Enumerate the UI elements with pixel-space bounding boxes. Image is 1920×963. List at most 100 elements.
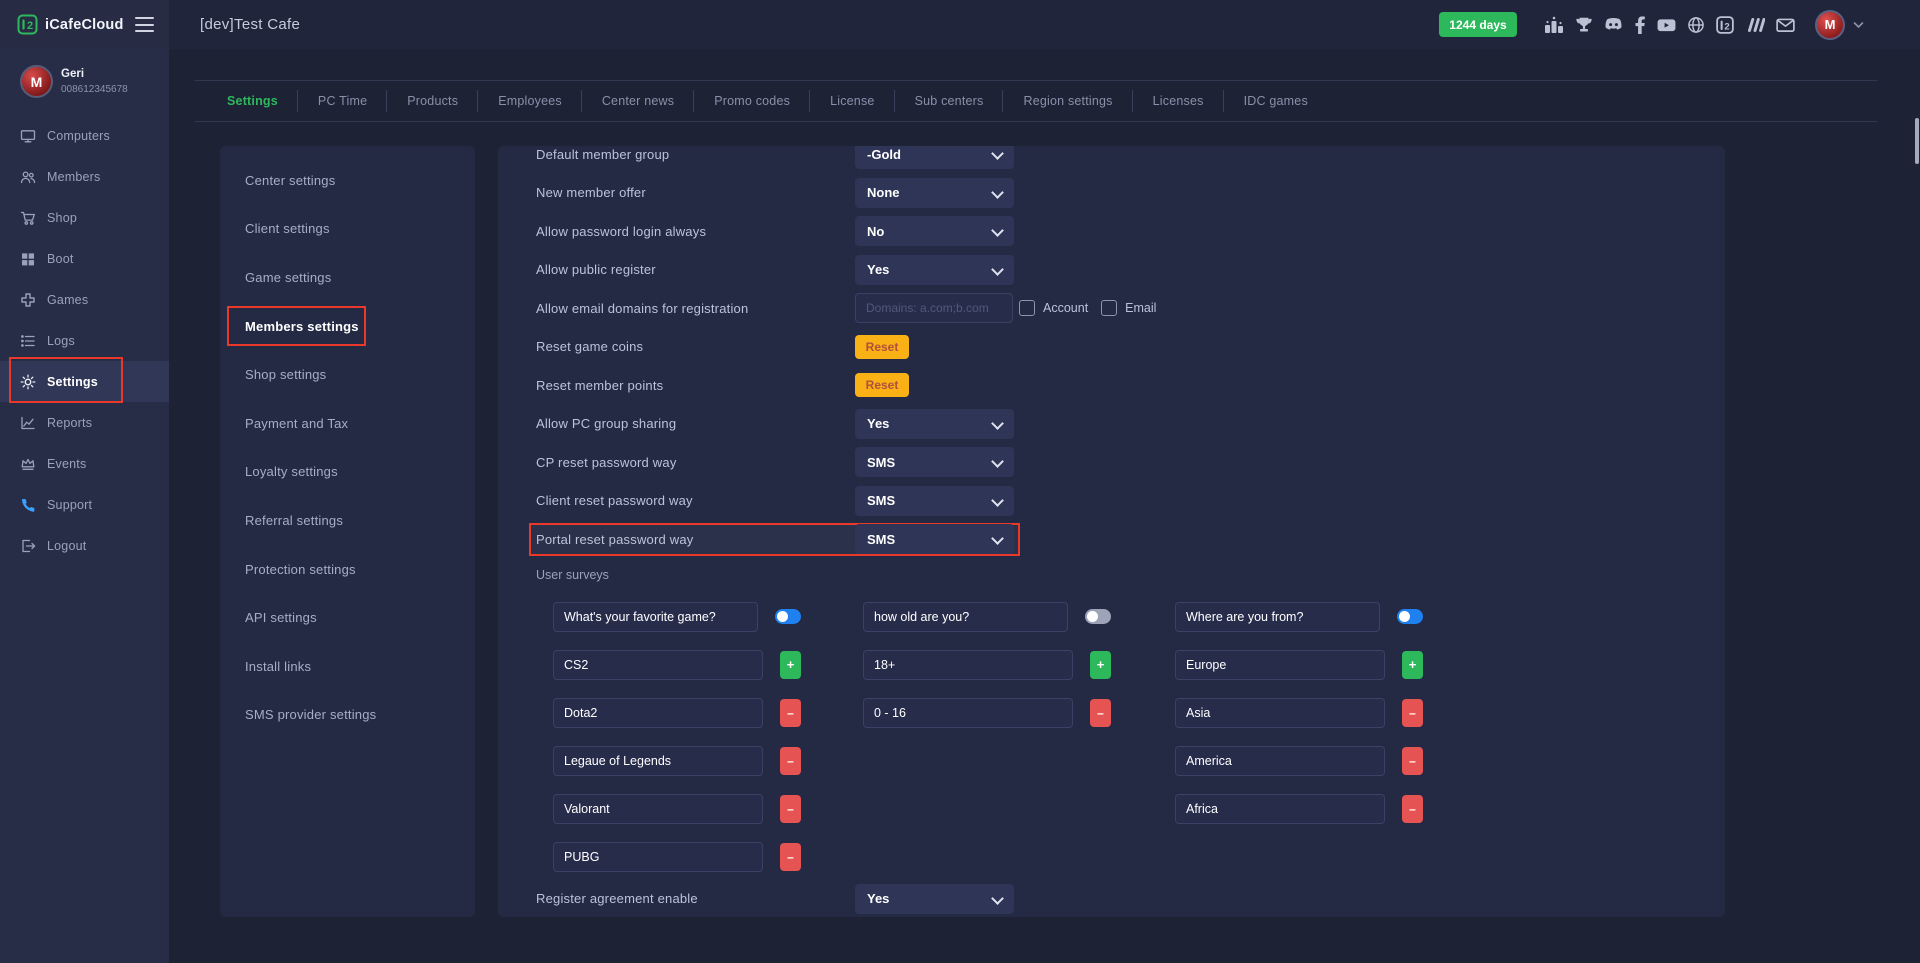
submenu-sms-provider-settings[interactable]: SMS provider settings bbox=[220, 691, 475, 740]
survey-toggle-on[interactable] bbox=[775, 609, 801, 624]
sidebar-item-support[interactable]: Support bbox=[0, 484, 169, 525]
new-member-offer-select[interactable]: None bbox=[855, 178, 1014, 208]
pc-group-sharing-select[interactable]: Yes bbox=[855, 409, 1014, 439]
remove-option-button[interactable]: – bbox=[1402, 747, 1423, 775]
tab-pc-time[interactable]: PC Time bbox=[298, 81, 387, 121]
submenu-center-settings[interactable]: Center settings bbox=[220, 156, 475, 205]
remove-option-button[interactable]: – bbox=[780, 699, 801, 727]
survey-option-input[interactable] bbox=[553, 650, 763, 680]
survey-option-input[interactable] bbox=[1175, 698, 1385, 728]
sidebar-item-events[interactable]: Events bbox=[0, 443, 169, 484]
sidebar-item-settings[interactable]: Settings bbox=[0, 361, 169, 402]
submenu-label: Members settings bbox=[245, 319, 359, 334]
remove-option-button[interactable]: – bbox=[780, 795, 801, 823]
reset-game-coins-button[interactable]: Reset bbox=[855, 335, 909, 359]
tab-settings[interactable]: Settings bbox=[207, 81, 298, 121]
default-member-group-select[interactable]: -Gold bbox=[855, 146, 1014, 169]
register-agreement-select[interactable]: Yes bbox=[855, 884, 1014, 914]
members-icon bbox=[20, 169, 36, 185]
hamburger-menu-icon[interactable] bbox=[135, 17, 154, 32]
tab-idc-games[interactable]: IDC games bbox=[1224, 81, 1328, 121]
tab-region-settings[interactable]: Region settings bbox=[1003, 81, 1132, 121]
submenu-client-settings[interactable]: Client settings bbox=[220, 205, 475, 254]
survey-question-input[interactable] bbox=[553, 602, 758, 632]
sidebar-item-logout[interactable]: Logout bbox=[0, 525, 169, 566]
sidebar-item-members[interactable]: Members bbox=[0, 156, 169, 197]
trophy-icon[interactable] bbox=[1575, 16, 1593, 34]
submenu-game-settings[interactable]: Game settings bbox=[220, 253, 475, 302]
tab-license[interactable]: License bbox=[810, 81, 895, 121]
facebook-icon[interactable] bbox=[1634, 16, 1646, 34]
phone-icon bbox=[20, 497, 36, 513]
account-checkbox[interactable]: Account bbox=[1019, 300, 1088, 316]
page-scrollbar[interactable] bbox=[1915, 118, 1919, 164]
survey-option-input[interactable] bbox=[553, 842, 763, 872]
discord-icon[interactable] bbox=[1604, 16, 1623, 34]
survey-option-input[interactable] bbox=[1175, 746, 1385, 776]
survey-option-input[interactable] bbox=[553, 794, 763, 824]
sidebar-item-label: Members bbox=[47, 170, 101, 184]
remove-option-button[interactable]: – bbox=[1090, 699, 1111, 727]
submenu-api-settings[interactable]: API settings bbox=[220, 593, 475, 642]
survey-option-input[interactable] bbox=[863, 698, 1073, 728]
survey-option-input[interactable] bbox=[863, 650, 1073, 680]
remove-option-button[interactable]: – bbox=[1402, 795, 1423, 823]
submenu-loyalty-settings[interactable]: Loyalty settings bbox=[220, 448, 475, 497]
form-row: CP reset password way SMS bbox=[498, 443, 1725, 482]
layers-icon[interactable] bbox=[1745, 16, 1765, 34]
user-panel[interactable]: M Geri 008612345678 bbox=[20, 65, 128, 98]
reset-member-points-button[interactable]: Reset bbox=[855, 373, 909, 397]
sidebar-item-computers[interactable]: Computers bbox=[0, 115, 169, 156]
submenu-protection-settings[interactable]: Protection settings bbox=[220, 545, 475, 594]
add-option-button[interactable]: + bbox=[1402, 651, 1423, 679]
icafe-logo-icon[interactable]: 2 bbox=[1716, 16, 1734, 34]
tab-center-news[interactable]: Center news bbox=[582, 81, 694, 121]
sidebar-item-label: Shop bbox=[47, 211, 77, 225]
tab-products[interactable]: Products bbox=[387, 81, 478, 121]
survey-question-input[interactable] bbox=[1175, 602, 1380, 632]
cp-reset-password-select[interactable]: SMS bbox=[855, 447, 1014, 477]
form-row: Register agreement enable Yes bbox=[498, 880, 1725, 918]
mail-icon[interactable] bbox=[1776, 16, 1795, 34]
add-option-button[interactable]: + bbox=[1090, 651, 1111, 679]
youtube-icon[interactable] bbox=[1657, 16, 1676, 34]
chevron-down-icon[interactable] bbox=[1853, 21, 1864, 29]
remove-option-button[interactable]: – bbox=[780, 843, 801, 871]
submenu-members-settings[interactable]: Members settings bbox=[220, 302, 475, 351]
survey-option-input[interactable] bbox=[1175, 794, 1385, 824]
tab-licenses[interactable]: Licenses bbox=[1133, 81, 1224, 121]
tab-promo-codes[interactable]: Promo codes bbox=[694, 81, 810, 121]
survey-option-input[interactable] bbox=[1175, 650, 1385, 680]
sidebar-item-reports[interactable]: Reports bbox=[0, 402, 169, 443]
survey-option-input[interactable] bbox=[553, 698, 763, 728]
survey-toggle-on[interactable] bbox=[1397, 609, 1423, 624]
remove-option-button[interactable]: – bbox=[780, 747, 801, 775]
globe-icon[interactable] bbox=[1687, 16, 1705, 34]
email-checkbox[interactable]: Email bbox=[1101, 300, 1156, 316]
survey-question-input[interactable] bbox=[863, 602, 1068, 632]
tab-sub-centers[interactable]: Sub centers bbox=[895, 81, 1004, 121]
ranking-icon[interactable] bbox=[1544, 16, 1564, 34]
submenu-referral-settings[interactable]: Referral settings bbox=[220, 496, 475, 545]
sidebar-item-shop[interactable]: Shop bbox=[0, 197, 169, 238]
allow-password-login-select[interactable]: No bbox=[855, 216, 1014, 246]
add-option-button[interactable]: + bbox=[780, 651, 801, 679]
user-avatar[interactable]: M bbox=[1815, 10, 1845, 40]
sidebar-item-games[interactable]: Games bbox=[0, 279, 169, 320]
allow-public-register-select[interactable]: Yes bbox=[855, 255, 1014, 285]
submenu-install-links[interactable]: Install links bbox=[220, 642, 475, 691]
email-domains-input[interactable] bbox=[855, 293, 1013, 323]
days-badge[interactable]: 1244 days bbox=[1439, 12, 1517, 37]
tab-employees[interactable]: Employees bbox=[478, 81, 582, 121]
portal-reset-password-select[interactable]: SMS bbox=[855, 524, 1014, 554]
remove-option-button[interactable]: – bbox=[1402, 699, 1423, 727]
client-reset-password-select[interactable]: SMS bbox=[855, 486, 1014, 516]
survey-option-input[interactable] bbox=[553, 746, 763, 776]
submenu-shop-settings[interactable]: Shop settings bbox=[220, 350, 475, 399]
sidebar-item-boot[interactable]: Boot bbox=[0, 238, 169, 279]
submenu-payment-and-tax[interactable]: Payment and Tax bbox=[220, 399, 475, 448]
survey-toggle-off[interactable] bbox=[1085, 609, 1111, 624]
page-title: [dev]Test Cafe bbox=[200, 0, 300, 49]
logo-area: 2 iCafeCloud bbox=[0, 0, 169, 49]
sidebar-item-logs[interactable]: Logs bbox=[0, 320, 169, 361]
